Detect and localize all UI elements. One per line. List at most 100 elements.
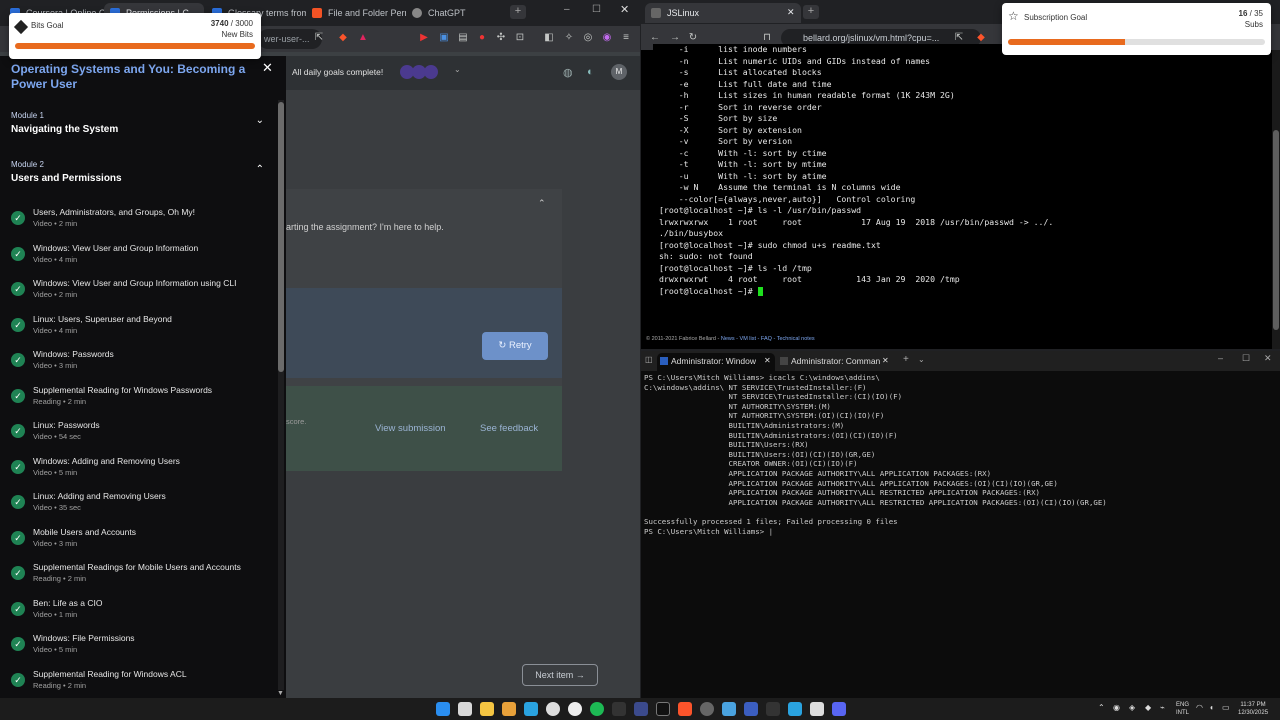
brave-icon[interactable]: ◆	[975, 32, 987, 44]
share-icon[interactable]: ⇱	[313, 32, 325, 44]
sidebar-lesson-item[interactable]: ✓ Ben: Life as a CIO Video • 1 min	[11, 598, 266, 628]
footer-links[interactable]: News - VM list - FAQ - Technical notes	[721, 336, 815, 342]
chevron-down-icon[interactable]: ⌄	[454, 65, 468, 79]
file-explorer-icon[interactable]	[480, 702, 494, 716]
back-icon[interactable]: ←	[649, 32, 661, 44]
app-icon[interactable]	[656, 702, 670, 716]
tray-app-icon[interactable]: ◆	[1145, 703, 1151, 712]
coach-icon[interactable]: ◐	[587, 66, 594, 78]
close-tab-icon[interactable]: ✕	[764, 356, 771, 365]
sidebar-lesson-item[interactable]: ✓ Supplemental Reading for Windows ACL Rea…	[11, 669, 266, 699]
tray-chevron-icon[interactable]: ⌃	[1098, 703, 1105, 712]
terminal-tab-cmd[interactable]: Administrator: Comman ✕	[777, 353, 897, 371]
terminal-app-icon[interactable]	[634, 702, 648, 716]
globe-icon[interactable]: ◍	[563, 66, 573, 79]
terminal-app-icon[interactable]	[766, 702, 780, 716]
chevron-up-icon[interactable]: ⌃	[538, 198, 546, 209]
app-icon[interactable]	[788, 702, 802, 716]
view-submission-link[interactable]: View submission	[375, 423, 446, 434]
sidebar-icon[interactable]: ◧	[543, 32, 555, 44]
tray-app-icon[interactable]: ◈	[1129, 703, 1135, 712]
telegram-icon[interactable]	[524, 702, 538, 716]
language-indicator[interactable]: ENG INTL	[1176, 701, 1189, 717]
terminal-body[interactable]: PS C:\Users\Mitch Williams> icacls C:\wi…	[644, 373, 1274, 536]
maximize-button[interactable]: ☐	[1242, 353, 1250, 364]
sidebar-lesson-item[interactable]: ✓ Windows: Adding and Removing Users Video…	[11, 456, 266, 486]
brave-icon[interactable]: ◆	[337, 32, 349, 44]
tab-file-perm[interactable]: File and Folder Perm	[306, 3, 406, 24]
close-window-button[interactable]: ✕	[620, 3, 629, 16]
share-icon[interactable]: ⇱	[953, 32, 965, 44]
app-icon[interactable]	[722, 702, 736, 716]
sidebar-lesson-item[interactable]: ✓ Supplemental Readings for Mobile Users …	[11, 562, 266, 592]
new-tab-button[interactable]: +	[510, 5, 526, 19]
sidebar-lesson-item[interactable]: ✓ Linux: Passwords Video • 54 sec	[11, 420, 266, 450]
sidebar-lesson-item[interactable]: ✓ Windows: View User and Group Informatio…	[11, 243, 266, 273]
scroll-thumb[interactable]	[1273, 130, 1279, 330]
battery-icon[interactable]: ▭	[1222, 703, 1230, 712]
app-icon[interactable]	[810, 702, 824, 716]
new-tab-button[interactable]: +	[803, 5, 819, 19]
brave-rewards-icon[interactable]: ▲	[357, 32, 369, 44]
sidebar-lesson-item[interactable]: ✓ Users, Administrators, and Groups, Oh M…	[11, 207, 266, 237]
start-icon[interactable]	[436, 702, 450, 716]
new-tab-button[interactable]: +	[903, 354, 909, 365]
minimize-button[interactable]: –	[564, 4, 570, 15]
close-window-button[interactable]: ✕	[1264, 353, 1272, 364]
vlc-icon[interactable]	[502, 702, 516, 716]
app-icon[interactable]	[744, 702, 758, 716]
obs-icon[interactable]	[546, 702, 560, 716]
chevron-down-icon[interactable]: ⌄	[918, 355, 925, 364]
sidebar-lesson-item[interactable]: ✓ Linux: Adding and Removing Users Video •…	[11, 491, 266, 521]
tray-app-icon[interactable]: ◉	[1113, 703, 1120, 712]
brave-taskbar-icon[interactable]	[678, 702, 692, 716]
close-tab-icon[interactable]: ✕	[882, 356, 889, 365]
chevron-down-icon[interactable]: ⌄	[256, 115, 264, 126]
sidebar-lesson-item[interactable]: ✓ Windows: File Permissions Video • 5 min	[11, 633, 266, 663]
tab-jslinux[interactable]: JSLinux ✕	[645, 3, 801, 23]
module-1-header[interactable]: Module 1 Navigating the System ⌄	[11, 111, 266, 135]
retry-button[interactable]: ↻ Retry	[482, 332, 548, 360]
screenshot-icon[interactable]: ⊡	[514, 32, 526, 44]
maximize-button[interactable]: ☐	[592, 4, 601, 15]
page-scrollbar[interactable]	[1272, 50, 1280, 349]
wallet-icon[interactable]: ✧	[563, 32, 575, 44]
vpn-icon[interactable]: ◎	[582, 32, 594, 44]
sidebar-lesson-item[interactable]: ✓ Supplemental Reading for Windows Passwo…	[11, 385, 266, 415]
tab-chatgpt[interactable]: ChatGPT	[406, 3, 506, 24]
youtube-ext-icon[interactable]: ▶	[418, 32, 430, 44]
github-icon[interactable]	[568, 702, 582, 716]
avatar[interactable]: M	[611, 64, 627, 80]
app-icon[interactable]	[612, 702, 626, 716]
scroll-down-icon[interactable]: ▼	[277, 690, 284, 697]
close-tab-icon[interactable]: ✕	[787, 7, 795, 18]
chevron-up-icon[interactable]: ⌃	[256, 164, 264, 175]
extension-icon[interactable]: ▤	[457, 32, 469, 44]
tray-app-icon[interactable]: ⌁	[1160, 703, 1165, 712]
sidebar-lesson-item[interactable]: ✓ Windows: Passwords Video • 3 min	[11, 349, 266, 379]
close-icon[interactable]: ✕	[262, 60, 273, 76]
leo-icon[interactable]: ◉	[601, 32, 613, 44]
clock[interactable]: 11:37 PM 12/30/2025	[1238, 701, 1268, 717]
wifi-icon[interactable]: ◠	[1196, 703, 1203, 712]
terminal-tab-powershell[interactable]: Administrator: Window ✕	[657, 353, 775, 371]
reload-icon[interactable]: ↻	[687, 32, 699, 44]
extension-icon[interactable]: ▣	[438, 32, 450, 44]
settings-icon[interactable]	[700, 702, 714, 716]
spotify-icon[interactable]	[590, 702, 604, 716]
sidebar-scroll-thumb[interactable]	[278, 102, 284, 372]
forward-icon[interactable]: →	[669, 32, 681, 44]
menu-icon[interactable]: ≡	[620, 32, 632, 44]
puzzle-icon[interactable]: ✣	[495, 32, 507, 44]
bookmark-icon[interactable]: ⊓	[761, 32, 773, 44]
sidebar-lesson-item[interactable]: ✓ Linux: Users, Superuser and Beyond Video…	[11, 314, 266, 344]
minimize-button[interactable]: –	[1218, 353, 1223, 363]
sidebar-lesson-item[interactable]: ✓ Windows: View User and Group Informatio…	[11, 278, 266, 308]
volume-icon[interactable]: ◖	[1209, 703, 1214, 712]
jslinux-terminal[interactable]: -i list inode numbers -n List numeric UI…	[653, 44, 1081, 308]
notepad-icon[interactable]	[458, 702, 472, 716]
discord-icon[interactable]	[832, 702, 846, 716]
sidebar-lesson-item[interactable]: ✓ Mobile Users and Accounts Video • 3 min	[11, 527, 266, 557]
record-icon[interactable]: ●	[476, 32, 488, 44]
next-item-button[interactable]: Next item →	[522, 664, 598, 686]
